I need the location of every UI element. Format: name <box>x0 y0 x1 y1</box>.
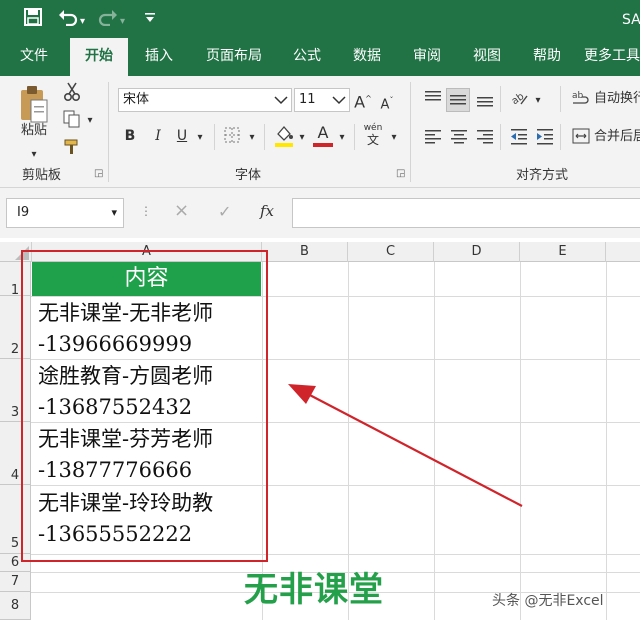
undo-dropdown-icon[interactable]: ▾ <box>80 12 85 32</box>
font-name-value: 宋体 <box>123 92 150 107</box>
wrap-text-button[interactable]: 自动换行 <box>594 90 640 108</box>
tab-data[interactable]: 数据 <box>342 38 392 76</box>
phonetic-guide-button[interactable]: wén 文 <box>360 122 386 146</box>
redo-icon[interactable] <box>98 8 118 31</box>
cancel-icon[interactable]: × <box>174 200 189 221</box>
decrease-indent-icon[interactable] <box>508 126 530 151</box>
group-divider <box>560 86 561 112</box>
column-header-e[interactable]: E <box>520 242 606 262</box>
highlight-box <box>21 250 268 562</box>
font-group-label: 字体 <box>235 168 262 183</box>
cut-icon[interactable] <box>62 82 82 107</box>
tab-insert[interactable]: 插入 <box>134 38 184 76</box>
redo-dropdown-icon[interactable]: ▾ <box>120 12 125 32</box>
tab-review[interactable]: 审阅 <box>402 38 452 76</box>
tab-help[interactable]: 帮助 <box>522 38 572 76</box>
enter-icon[interactable]: ✓ <box>218 202 231 221</box>
merge-center-button[interactable]: 合并后居 <box>594 128 640 146</box>
clipboard-group-label: 剪贴板 <box>22 168 62 183</box>
align-bottom-icon[interactable] <box>474 88 496 110</box>
formula-input[interactable] <box>292 198 640 228</box>
tab-more-tools[interactable]: 更多工具 <box>584 38 640 76</box>
underline-dropdown-icon[interactable]: ▾ <box>194 129 206 147</box>
font-name-select[interactable]: 宋体 <box>118 88 292 112</box>
align-top-icon[interactable] <box>422 88 444 110</box>
orientation-icon[interactable]: ab <box>508 88 530 113</box>
font-size-select[interactable]: 11 <box>294 88 350 112</box>
font-size-value: 11 <box>299 92 316 107</box>
phonetic-char: 文 <box>366 133 379 147</box>
name-box[interactable]: I9 ▾ <box>6 198 124 228</box>
format-painter-icon[interactable] <box>62 138 82 161</box>
row-header-7[interactable]: 7 <box>0 572 31 592</box>
group-divider <box>214 124 215 150</box>
group-divider <box>354 124 355 150</box>
phonetic-dropdown-icon[interactable]: ▾ <box>388 129 400 147</box>
increase-indent-icon[interactable] <box>534 126 556 151</box>
name-box-dropdown-icon[interactable]: ▾ <box>111 199 117 227</box>
bold-button[interactable]: B <box>122 127 138 145</box>
source-credit: 头条 @无非Excel <box>492 593 604 609</box>
svg-text:ab: ab <box>572 91 584 101</box>
formula-bar-grip-icon[interactable]: ⋮ <box>140 204 152 218</box>
tab-view[interactable]: 视图 <box>462 38 512 76</box>
shrink-font-button[interactable]: Aˇ <box>378 92 396 114</box>
group-divider <box>410 82 411 182</box>
align-right-icon[interactable] <box>474 126 496 151</box>
customize-qat-icon[interactable] <box>144 10 156 30</box>
ribbon-tabs: 文件 开始 插入 页面布局 公式 数据 审阅 视图 帮助 更多工具 <box>0 38 640 76</box>
group-divider <box>560 124 561 150</box>
column-header-b[interactable]: B <box>262 242 348 262</box>
fill-color-dropdown-icon[interactable]: ▾ <box>296 129 308 147</box>
watermark-logo: 无非课堂 <box>244 570 384 610</box>
window-title: SA <box>622 12 640 28</box>
grow-font-icon: A <box>354 92 366 112</box>
italic-button[interactable]: I <box>150 127 166 145</box>
group-divider <box>500 124 501 150</box>
name-box-value: I9 <box>17 205 30 220</box>
paste-button[interactable]: 粘贴 <box>14 122 54 140</box>
borders-icon[interactable] <box>222 126 242 149</box>
fill-color-icon[interactable] <box>272 124 296 153</box>
ribbon: 粘贴 ▾ ▾ 剪贴板 ◲ 宋体 11 A^ Aˇ B I U ▾ ▾ ▾ A ▾… <box>0 76 640 188</box>
title-bar: ▾ ▾ SA <box>0 0 640 38</box>
row-header-8[interactable]: 8 <box>0 592 31 620</box>
annotation-arrow-icon <box>288 384 523 507</box>
save-icon[interactable] <box>24 8 42 31</box>
gridline <box>606 262 607 620</box>
group-divider <box>264 124 265 150</box>
paste-dropdown-icon[interactable]: ▾ <box>24 146 44 164</box>
wrap-text-icon[interactable]: ab <box>570 88 592 113</box>
font-color-swatch <box>313 143 333 147</box>
paste-icon[interactable] <box>16 84 52 124</box>
copy-icon[interactable] <box>62 110 82 133</box>
font-launcher-icon[interactable]: ◲ <box>396 168 405 179</box>
tab-page-layout[interactable]: 页面布局 <box>194 38 274 76</box>
clipboard-launcher-icon[interactable]: ◲ <box>94 168 103 179</box>
chevron-down-icon <box>273 89 289 119</box>
tab-file[interactable]: 文件 <box>8 38 60 76</box>
orientation-dropdown-icon[interactable]: ▾ <box>532 92 544 110</box>
group-divider <box>108 82 109 182</box>
tab-home[interactable]: 开始 <box>70 38 128 76</box>
grow-font-button[interactable]: A^ <box>354 90 372 111</box>
font-color-dropdown-icon[interactable]: ▾ <box>336 129 348 147</box>
font-color-icon: A <box>317 123 329 142</box>
group-divider <box>500 86 501 112</box>
align-left-icon[interactable] <box>422 126 444 151</box>
copy-dropdown-icon[interactable]: ▾ <box>84 112 96 130</box>
font-color-button[interactable]: A <box>312 124 334 147</box>
column-header-d[interactable]: D <box>434 242 520 262</box>
merge-center-icon[interactable] <box>570 126 592 151</box>
align-center-icon[interactable] <box>448 126 470 151</box>
underline-button[interactable]: U <box>174 127 190 145</box>
align-middle-icon[interactable] <box>446 88 470 112</box>
chevron-down-icon <box>331 89 347 119</box>
insert-function-icon[interactable]: fx <box>260 202 274 220</box>
undo-icon[interactable] <box>58 8 78 31</box>
tab-formulas[interactable]: 公式 <box>282 38 332 76</box>
alignment-group-label: 对齐方式 <box>516 168 569 183</box>
borders-dropdown-icon[interactable]: ▾ <box>246 129 258 147</box>
column-header-c[interactable]: C <box>348 242 434 262</box>
